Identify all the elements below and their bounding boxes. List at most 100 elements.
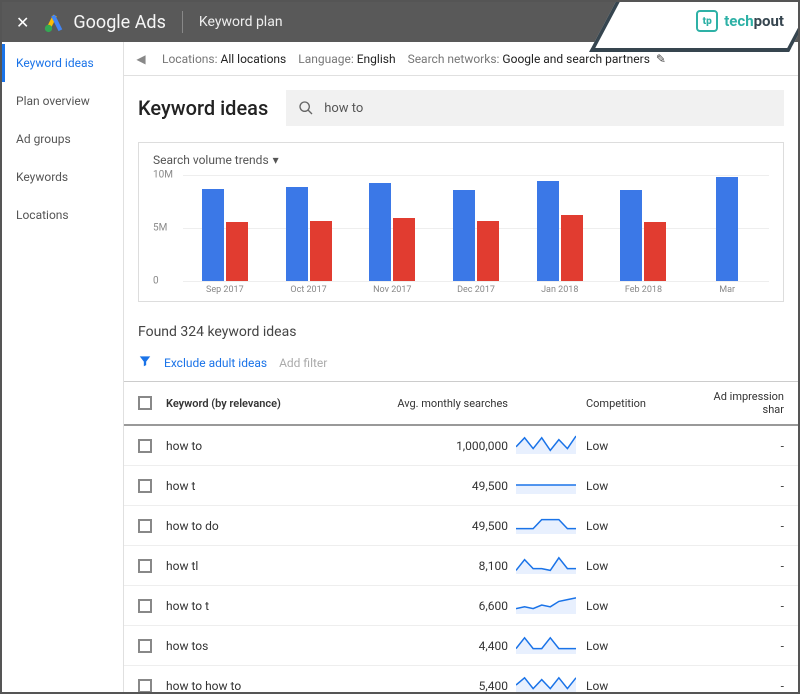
sidebar: Keyword ideasPlan overviewAd groupsKeywo… [2, 42, 124, 692]
chart-dropdown[interactable]: Search volume trends▾ [153, 153, 769, 167]
bar-series-2 [644, 222, 666, 281]
sidebar-item-keyword-ideas[interactable]: Keyword ideas [2, 44, 123, 82]
x-tick: Feb 2018 [602, 285, 686, 295]
cell-keyword[interactable]: how tl [166, 559, 366, 573]
y-tick: 10M [153, 170, 173, 181]
techpout-watermark: tp techpout [618, 2, 798, 48]
pencil-icon[interactable]: ✎ [656, 52, 666, 66]
sparkline [516, 594, 576, 614]
cell-avg: 4,400 [366, 639, 516, 653]
results-count: Found 324 keyword ideas [124, 308, 798, 344]
row-checkbox[interactable] [138, 479, 152, 493]
cell-avg: 49,500 [366, 519, 516, 533]
cell-competition: Low [586, 479, 706, 493]
filter-networks[interactable]: Search networks: Google and search partn… [408, 52, 650, 66]
cell-impression: - [706, 439, 784, 453]
cell-impression: - [706, 679, 784, 693]
col-avg-searches[interactable]: Avg. monthly searches [366, 397, 516, 410]
bar-series-1 [286, 187, 308, 281]
sparkline [516, 474, 576, 494]
close-icon[interactable]: ✕ [16, 13, 29, 32]
table-header: Keyword (by relevance) Avg. monthly sear… [124, 381, 798, 426]
cell-impression: - [706, 519, 784, 533]
bar-series-1 [537, 181, 559, 281]
cell-keyword[interactable]: how t [166, 479, 366, 493]
x-tick: Jan 2018 [518, 285, 602, 295]
sparkline [516, 434, 576, 454]
row-checkbox[interactable] [138, 599, 152, 613]
cell-keyword[interactable]: how to [166, 439, 366, 453]
bar-series-1 [369, 183, 391, 281]
table-row: how tos4,400Low- [124, 626, 798, 666]
filter-icon[interactable] [138, 354, 152, 371]
cell-competition: Low [586, 519, 706, 533]
cell-competition: Low [586, 599, 706, 613]
sidebar-item-keywords[interactable]: Keywords [2, 158, 123, 196]
bar-series-1 [620, 190, 642, 281]
cell-avg: 8,100 [366, 559, 516, 573]
exclude-adult-link[interactable]: Exclude adult ideas [164, 356, 267, 370]
table-row: how t49,500 Low- [124, 466, 798, 506]
cell-impression: - [706, 559, 784, 573]
table-row: how tl8,100 Low- [124, 546, 798, 586]
x-tick: Mar [685, 285, 769, 295]
volume-chart: 05M10MSep 2017Oct 2017Nov 2017Dec 2017Ja… [183, 175, 769, 295]
chevron-left-icon[interactable]: ◀ [132, 52, 150, 66]
search-input[interactable]: how to [286, 90, 784, 126]
col-impression-share[interactable]: Ad impression shar [706, 390, 784, 416]
col-keyword[interactable]: Keyword (by relevance) [166, 397, 366, 410]
sparkline [516, 674, 576, 692]
cell-competition: Low [586, 679, 706, 693]
bar-series-1 [716, 177, 738, 281]
techpout-icon: tp [696, 10, 718, 32]
search-icon [298, 100, 314, 116]
sparkline [516, 634, 576, 654]
add-filter-link[interactable]: Add filter [279, 356, 327, 370]
y-tick: 0 [153, 276, 159, 287]
table-row: how to do49,500 Low- [124, 506, 798, 546]
bar-series-2 [226, 222, 248, 281]
cell-keyword[interactable]: how to do [166, 519, 366, 533]
cell-impression: - [706, 599, 784, 613]
bar-series-2 [310, 221, 332, 281]
filter-locations[interactable]: Locations: All locations [162, 52, 286, 66]
sidebar-item-ad-groups[interactable]: Ad groups [2, 120, 123, 158]
row-checkbox[interactable] [138, 679, 152, 693]
filter-language[interactable]: Language: English [298, 52, 395, 66]
cell-avg: 5,400 [366, 679, 516, 693]
bar-series-1 [202, 189, 224, 281]
cell-keyword[interactable]: how to t [166, 599, 366, 613]
select-all-checkbox[interactable] [138, 396, 152, 410]
google-ads-logo-icon [43, 11, 65, 33]
bar-series-2 [477, 221, 499, 281]
cell-avg: 6,600 [366, 599, 516, 613]
table-row: how to1,000,000Low- [124, 426, 798, 466]
cell-competition: Low [586, 559, 706, 573]
app-name: Google Ads [73, 12, 165, 33]
x-tick: Nov 2017 [350, 285, 434, 295]
cell-impression: - [706, 479, 784, 493]
x-tick: Sep 2017 [183, 285, 267, 295]
x-tick: Oct 2017 [267, 285, 351, 295]
sparkline [516, 554, 576, 574]
x-tick: Dec 2017 [434, 285, 518, 295]
page-title: Keyword ideas [138, 96, 268, 120]
bar-series-2 [561, 215, 583, 281]
row-checkbox[interactable] [138, 439, 152, 453]
sidebar-item-plan-overview[interactable]: Plan overview [2, 82, 123, 120]
row-checkbox[interactable] [138, 559, 152, 573]
row-checkbox[interactable] [138, 519, 152, 533]
row-checkbox[interactable] [138, 639, 152, 653]
cell-keyword[interactable]: how tos [166, 639, 366, 653]
chart-card: Search volume trends▾ 05M10MSep 2017Oct … [138, 142, 784, 302]
bar-series-2 [393, 218, 415, 281]
sidebar-item-locations[interactable]: Locations [2, 196, 123, 234]
table-row: how to t6,600 Low- [124, 586, 798, 626]
search-value: how to [324, 101, 363, 116]
cell-keyword[interactable]: how to how to [166, 679, 366, 693]
cell-impression: - [706, 639, 784, 653]
cell-avg: 49,500 [366, 479, 516, 493]
col-competition[interactable]: Competition [586, 397, 706, 410]
cell-competition: Low [586, 439, 706, 453]
chevron-down-icon: ▾ [273, 153, 279, 167]
